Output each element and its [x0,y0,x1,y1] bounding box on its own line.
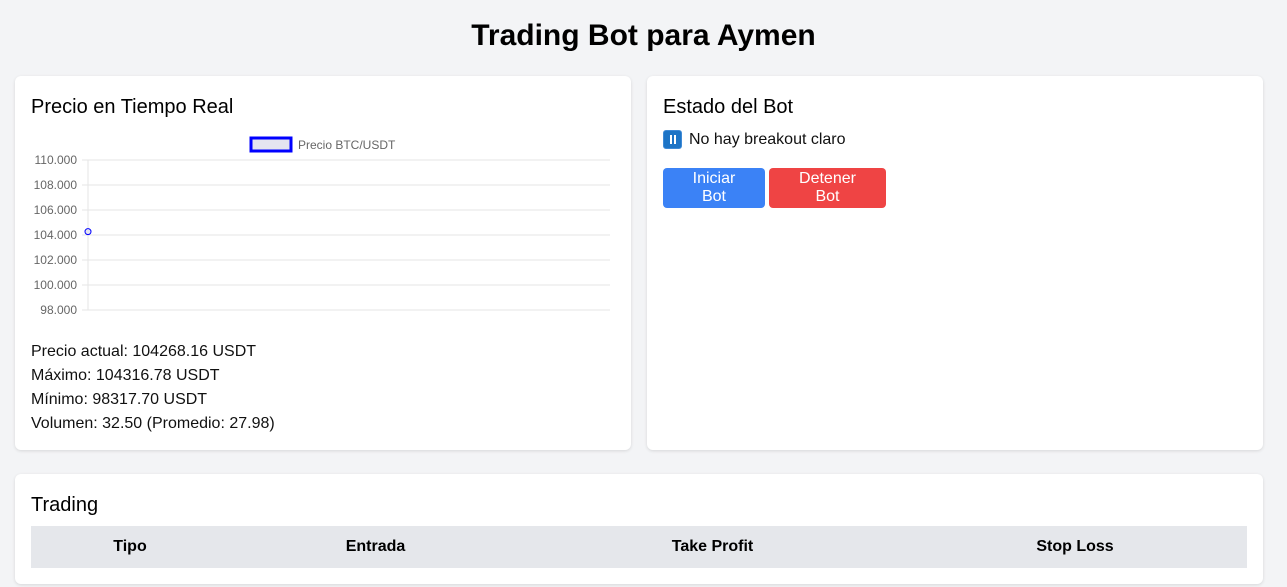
y-tick-label: 110.000 [35,153,78,167]
table-header-row: Tipo Entrada Take Profit Stop Loss [31,526,1247,568]
price-chart: Precio BTC/USDT 110.000 108.000 106.000 104.… [15,130,631,330]
legend-label: Precio BTC/USDT [298,138,396,152]
price-card-title: Precio en Tiempo Real [31,96,234,118]
column-header-stop-loss: Stop Loss [1036,538,1114,555]
volume: Volumen: 32.50 (Promedio: 27.98) [31,415,275,432]
legend-swatch [249,136,293,153]
price-chart-svg: Precio BTC/USDT 110.000 108.000 106.000 104.… [34,136,610,317]
y-tick-label: 106.000 [34,203,78,217]
column-header-entrada: Entrada [345,538,406,555]
start-bot-button[interactable]: Iniciar Bot [663,168,765,208]
y-tick-label: 102.000 [34,253,78,267]
y-tick-label: 104.000 [34,228,78,242]
stop-bot-button[interactable]: Detener Bot [769,168,886,208]
price-stats: Precio actual: 104268.16 USDT Máximo: 10… [31,340,275,436]
status-card-title: Estado del Bot [663,96,794,118]
y-tick-label: 100.000 [34,278,78,292]
y-tick-label: 98.000 [40,303,77,317]
bot-status: No hay breakout claro [663,130,846,149]
status-text: No hay breakout claro [689,130,846,148]
status-card: Estado del Bot No hay breakout claro Ini… [647,76,1263,450]
pause-icon [663,130,682,149]
column-header-take-profit: Take Profit [671,538,754,555]
bot-controls: Iniciar Bot Detener Bot [663,168,886,208]
trading-card-title: Trading [31,494,99,516]
column-header-tipo: Tipo [113,538,147,555]
trading-card: Trading Tipo Entrada Take Profit Stop Lo… [15,474,1263,584]
data-point [84,228,92,236]
current-price: Precio actual: 104268.16 USDT [31,343,257,360]
price-card: Precio en Tiempo Real Precio BTC/USDT 110… [15,76,631,450]
trades-table: Tipo Entrada Take Profit Stop Loss [31,526,1247,568]
page-title: Trading Bot para Aymen [471,19,816,52]
y-tick-label: 108.000 [34,178,78,192]
min-price: Mínimo: 98317.70 USDT [31,391,208,408]
max-price: Máximo: 104316.78 USDT [31,367,220,384]
